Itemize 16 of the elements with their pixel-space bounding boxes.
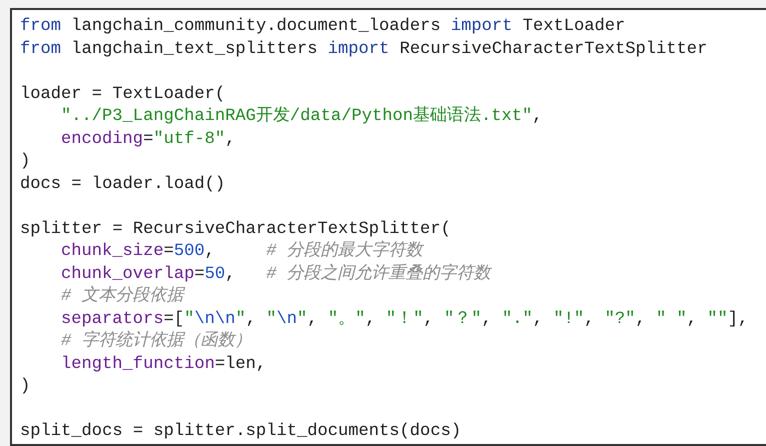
code-line: separators=["\n\n", "\n", "。", "！", "？", ".", "!", "?", " ", ""], bbox=[60, 308, 748, 330]
code-line: split_docs = splitter.split_documents(docs) bbox=[20, 421, 462, 443]
code-line: encoding="utf-8", bbox=[60, 128, 236, 150]
code-line: loader = TextLoader( bbox=[20, 84, 226, 106]
code-line: splitter = RecursiveCharacterTextSplitter( bbox=[20, 218, 451, 240]
code-line: from langchain_text_splitters import RecursiveCharacterTextSplitter bbox=[20, 38, 708, 60]
code-line: from langchain_community.document_loaders import TextLoader bbox=[20, 16, 626, 38]
code-line: # 文本分段依据 bbox=[60, 286, 184, 308]
code-line: ) bbox=[20, 376, 30, 398]
code-line: ) bbox=[20, 151, 30, 173]
code-line: chunk_overlap=50, # 分段之间允许重叠的字符数 bbox=[60, 264, 491, 286]
code-line: chunk_size=500, # 分段的最大字符数 bbox=[60, 241, 423, 263]
code-line: # 字符统计依据（函数） bbox=[60, 331, 252, 353]
code-line: docs = loader.load() bbox=[20, 174, 226, 196]
code-line: "../P3_LangChainRAG开发/data/Python基础语法.txt", bbox=[60, 106, 543, 128]
code-line: length_function=len, bbox=[60, 354, 266, 376]
